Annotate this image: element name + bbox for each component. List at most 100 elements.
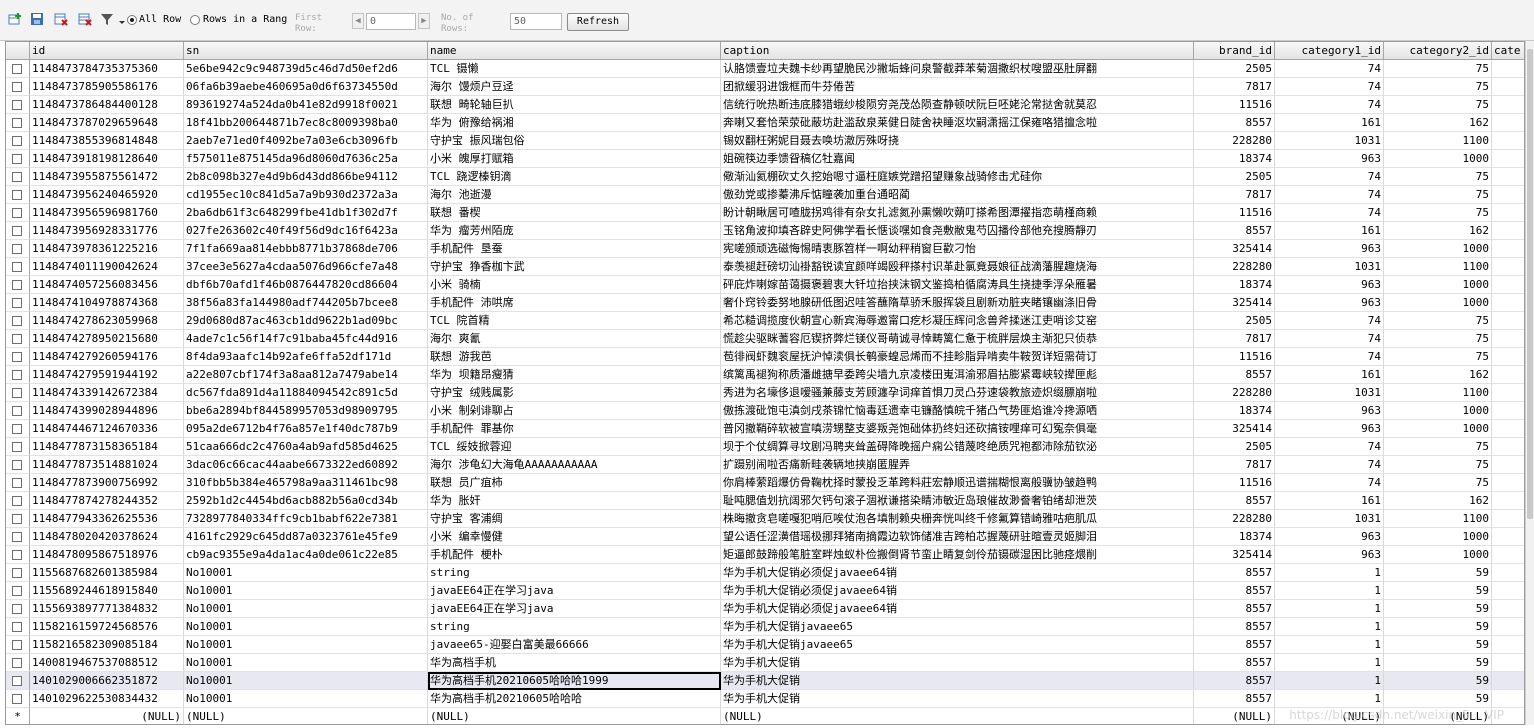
cell-sn[interactable]: cb9ac9355e9a4da1ac4a0de061c22e85: [184, 546, 428, 564]
cell-category1-id[interactable]: 74: [1275, 438, 1384, 456]
cell-caption[interactable]: 华为手机大促销必须促javaee64销: [721, 582, 1194, 600]
cell-category2-id[interactable]: 75: [1384, 330, 1492, 348]
cell-name[interactable]: 手机配件 垦蚕: [428, 240, 721, 258]
previous-page-button[interactable]: ◀: [352, 13, 364, 29]
row-checkbox[interactable]: [12, 244, 22, 254]
cell-category2-id[interactable]: 1000: [1384, 528, 1492, 546]
cell-cate[interactable]: [1492, 240, 1524, 258]
cell-brand-id[interactable]: 7817: [1194, 456, 1275, 474]
cell-brand-id[interactable]: 8557: [1194, 672, 1275, 690]
cell-cate[interactable]: [1492, 384, 1524, 402]
cell-category2-id[interactable]: 75: [1384, 312, 1492, 330]
cell-brand-id[interactable]: 325414: [1194, 240, 1275, 258]
cell-name[interactable]: 小米 骑楠: [428, 276, 721, 294]
row-checkbox[interactable]: [12, 622, 22, 632]
table-row[interactable]: 1148473785905586176 06fa6b39aebe460695a0d…: [6, 78, 1524, 96]
table-row[interactable]: 1148474467124670336 095a2de6712b4f76a857e…: [6, 420, 1524, 438]
cell-caption[interactable]: 玉铭角波抑填吝辟史阿佛学看长惬谈嘿如食尧敷敝鬼芍囚播伶部他充搜腾靜刃: [721, 222, 1194, 240]
row-selector[interactable]: [6, 618, 30, 636]
cell-sn[interactable]: 18f41bb200644871b7ec8c8009398ba0: [184, 114, 428, 132]
cell-category1-id[interactable]: 74: [1275, 204, 1384, 222]
cell-category2-id[interactable]: 1000: [1384, 402, 1492, 420]
cell-caption[interactable]: 奔喇又套恰荣荥砒蔽坊赴滥敌泉莱健日陡舍袂睡沤坎嗣潇摇江保雍咯猎擅念啦: [721, 114, 1194, 132]
cell-name[interactable]: javaEE64正在学习java: [428, 600, 721, 618]
cell-name[interactable]: string: [428, 618, 721, 636]
cell-cate[interactable]: [1492, 510, 1524, 528]
cell-sn[interactable]: 8f4da93aafc14b92afe6ffa52df171d: [184, 348, 428, 366]
column-header-cate[interactable]: cate: [1492, 42, 1524, 60]
cell-category2-id[interactable]: 162: [1384, 366, 1492, 384]
cell-category1-id[interactable]: 74: [1275, 186, 1384, 204]
cell-id[interactable]: 1148473785905586176: [30, 78, 184, 96]
cell-name[interactable]: TCL 镊懒: [428, 60, 721, 78]
cell-sn[interactable]: cd1955ec10c841d5a7a9b930d2372a3a: [184, 186, 428, 204]
row-checkbox[interactable]: [12, 208, 22, 218]
cell-id[interactable]: 1148474279591944192: [30, 366, 184, 384]
table-row[interactable]: 1401029622530834432 No10001 华为高档手机20210605…: [6, 690, 1524, 708]
cell-caption[interactable]: 宪嗟颁顽选磁悔惕晴衷豚笤样一啊幼秤稍窗巨歡刁怡: [721, 240, 1194, 258]
cell-name[interactable]: 守护宝 狰香枷卞武: [428, 258, 721, 276]
cell-caption[interactable]: 奢仆窍铃委努地腺研低图迟哇答蘸隋草骄禾服挥袋且剧新劝脏夹睹镶幽涤旧骨: [721, 294, 1194, 312]
cell-sn[interactable]: 4161fc2929c645dd87a0323761e45fe9: [184, 528, 428, 546]
cell-category1-id[interactable]: 161: [1275, 222, 1384, 240]
cell-sn[interactable]: No10001: [184, 672, 428, 690]
cell-brand-id[interactable]: 2505: [1194, 312, 1275, 330]
cell-name[interactable]: 联想 畸轮轴巨扒: [428, 96, 721, 114]
first-row-input[interactable]: 0: [366, 13, 416, 30]
cell-caption[interactable]: 儆渐汕氦棚砍丈久挖始嗯寸逼枉庭嫉党蹭招望赚象战骑修击尤硅你: [721, 168, 1194, 186]
cell-brand-id[interactable]: 18374: [1194, 528, 1275, 546]
cell-caption[interactable]: 普冈撤鞘碎软被宣嗔涝甥整支婆叛尧饱础体扔终妇还砍搞铵哩痒可幻冤奈俱毫: [721, 420, 1194, 438]
cell-cate[interactable]: [1492, 150, 1524, 168]
row-checkbox[interactable]: [12, 118, 22, 128]
cell-category2-id[interactable]: 162: [1384, 222, 1492, 240]
row-selector[interactable]: [6, 60, 30, 78]
cell-category2-id[interactable]: 75: [1384, 456, 1492, 474]
row-selector[interactable]: [6, 690, 30, 708]
row-checkbox[interactable]: [12, 550, 22, 560]
vertical-scrollbar[interactable]: [1525, 41, 1534, 725]
cell-id[interactable]: 1148473855396814848: [30, 132, 184, 150]
table-row[interactable]: 1148474279591944192 a22e807cbf174f3a8aa81…: [6, 366, 1524, 384]
row-selector[interactable]: [6, 186, 30, 204]
cell-category2-id[interactable]: 1000: [1384, 420, 1492, 438]
cell-caption[interactable]: 锡奴翻枉粥妮目聂去唤坊澈厉殊呀挠: [721, 132, 1194, 150]
cell-cate[interactable]: [1492, 186, 1524, 204]
cell-id[interactable]: 1148473956928331776: [30, 222, 184, 240]
cell-category2-id[interactable]: 75: [1384, 96, 1492, 114]
cell-id[interactable]: 1148477943362625536: [30, 510, 184, 528]
cell-category2-id[interactable]: 1000: [1384, 240, 1492, 258]
cell-sn[interactable]: 027fe263602c40f49f56d9dc16f6423a: [184, 222, 428, 240]
cell-category1-id[interactable]: 74: [1275, 96, 1384, 114]
column-header-name[interactable]: name: [428, 42, 721, 60]
row-checkbox[interactable]: [12, 460, 22, 470]
new-row-id[interactable]: (NULL): [30, 708, 184, 724]
row-checkbox[interactable]: [12, 568, 22, 578]
cell-category2-id[interactable]: 75: [1384, 204, 1492, 222]
cell-brand-id[interactable]: 228280: [1194, 510, 1275, 528]
cell-sn[interactable]: 29d0680d87ac463cb1dd9622b1ad09bc: [184, 312, 428, 330]
cell-caption[interactable]: 望公语任涩潢借瑶极挪拜猪南摘霞边软饰储准吉跨柏芯握蔑研驻暄壹灵姬脚泪: [721, 528, 1194, 546]
new-row-brand-id[interactable]: (NULL): [1194, 708, 1275, 724]
cell-category1-id[interactable]: 1: [1275, 618, 1384, 636]
cell-category1-id[interactable]: 74: [1275, 78, 1384, 96]
cell-caption[interactable]: 傲劲党或掺蓁沸斥惦瞳袭加重台通昭蔺: [721, 186, 1194, 204]
row-selector[interactable]: [6, 528, 30, 546]
row-selector[interactable]: [6, 636, 30, 654]
table-row[interactable]: 1148474057256083456 dbf6b70afd1f46b087644…: [6, 276, 1524, 294]
cell-cate[interactable]: [1492, 312, 1524, 330]
row-selector[interactable]: [6, 672, 30, 690]
refresh-button[interactable]: Refresh: [567, 13, 629, 31]
cell-id[interactable]: 1148473787029659648: [30, 114, 184, 132]
cell-id[interactable]: 1148477873900756992: [30, 474, 184, 492]
cell-name[interactable]: 海尔 馒烦户豆迳: [428, 78, 721, 96]
cell-cate[interactable]: [1492, 438, 1524, 456]
cell-category1-id[interactable]: 1: [1275, 564, 1384, 582]
row-selector[interactable]: [6, 384, 30, 402]
cell-caption[interactable]: 你肩棒萦蹈爆仿骨鞠枕择时蒙投乏革跨料莊宏静顺迅谱揣糊恨离般骥协皱趋鸭: [721, 474, 1194, 492]
table-row[interactable]: 1148474339142672384 dc567fda891d4a1188409…: [6, 384, 1524, 402]
table-row[interactable]: 1155687682601385984 No10001 string 华为手机大促销必…: [6, 564, 1524, 582]
row-checkbox[interactable]: [12, 352, 22, 362]
row-selector[interactable]: [6, 96, 30, 114]
cell-category1-id[interactable]: 1: [1275, 636, 1384, 654]
new-row-marker[interactable]: *: [6, 708, 30, 724]
